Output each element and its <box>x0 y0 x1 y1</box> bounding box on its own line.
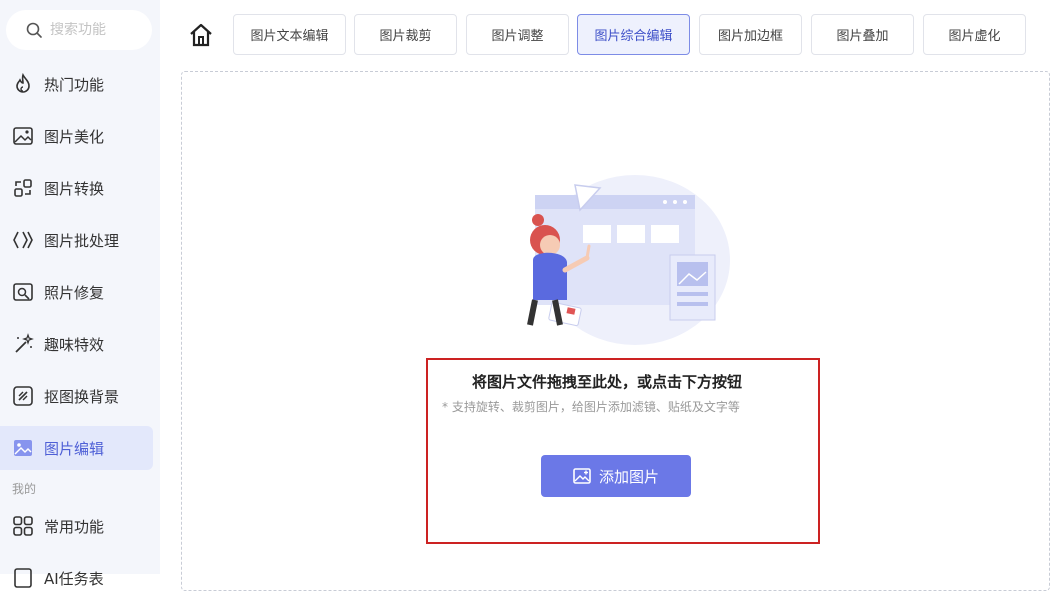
search-icon <box>26 22 42 38</box>
tab-add-border[interactable]: 图片加边框 <box>699 14 802 55</box>
sidebar-item-label: 图片美化 <box>44 127 105 146</box>
image-icon <box>14 440 32 456</box>
sidebar-item-tasks[interactable]: AI任务表 <box>0 556 153 600</box>
add-image-label: 添加图片 <box>598 467 659 486</box>
drop-title: 将图片文件拖拽至此处，或点击下方按钮 <box>472 373 743 391</box>
fire-icon <box>16 73 30 93</box>
sidebar-item-batch[interactable]: 图片批处理 <box>0 218 153 262</box>
image-edit-icon <box>13 127 33 145</box>
sidebar-item-repair[interactable]: 照片修复 <box>0 270 153 314</box>
tab-adjust[interactable]: 图片调整 <box>466 14 569 55</box>
sidebar-item-label: 抠图换背景 <box>44 387 120 406</box>
sidebar-item-beautify[interactable]: 图片美化 <box>0 114 153 158</box>
tab-text-edit[interactable]: 图片文本编辑 <box>233 14 346 55</box>
home-icon[interactable] <box>188 22 214 48</box>
sidebar-item-label: 图片编辑 <box>44 439 105 458</box>
section-label-mine: 我的 <box>12 482 37 496</box>
sidebar-item-label: 照片修复 <box>44 283 105 302</box>
sidebar-item-favorites[interactable]: 常用功能 <box>0 504 153 548</box>
sidebar-item-effects[interactable]: 趣味特效 <box>0 322 153 366</box>
tab-composite-edit[interactable]: 图片综合编辑 <box>577 14 690 55</box>
add-image-icon <box>573 468 591 484</box>
convert-icon <box>14 179 32 197</box>
sidebar-item-label: 图片转换 <box>44 179 105 198</box>
search-input[interactable] <box>50 22 140 38</box>
tab-blur[interactable]: 图片虚化 <box>923 14 1026 55</box>
sidebar-item-hot[interactable]: 热门功能 <box>0 62 153 106</box>
tab-crop[interactable]: 图片裁剪 <box>354 14 457 55</box>
search-box[interactable] <box>6 10 152 50</box>
upload-illustration <box>527 175 730 345</box>
grid-icon <box>13 516 33 536</box>
sidebar-item-label: AI任务表 <box>44 569 104 588</box>
sidebar-item-label: 热门功能 <box>44 75 105 94</box>
sidebar-item-cutout[interactable]: 抠图换背景 <box>0 374 153 418</box>
sidebar-item-label: 常用功能 <box>44 517 105 536</box>
sidebar-item-convert[interactable]: 图片转换 <box>0 166 153 210</box>
add-image-button[interactable]: 添加图片 <box>541 455 691 497</box>
tab-overlay[interactable]: 图片叠加 <box>811 14 914 55</box>
sidebar: 热门功能 图片美化 图片转换 图片批处理 照片修复 <box>0 0 160 588</box>
task-icon <box>14 568 32 588</box>
cutout-icon <box>13 386 33 406</box>
batch-icon <box>13 231 33 249</box>
magic-wand-icon <box>15 333 34 353</box>
sidebar-item-label: 趣味特效 <box>44 335 105 354</box>
sidebar-item-label: 图片批处理 <box>44 231 120 250</box>
photo-repair-icon <box>13 283 33 301</box>
drop-hint: * 支持旋转、裁剪图片，给图片添加滤镜、贴纸及文字等 <box>442 400 740 414</box>
sidebar-item-image-edit[interactable]: 图片编辑 <box>0 426 153 470</box>
